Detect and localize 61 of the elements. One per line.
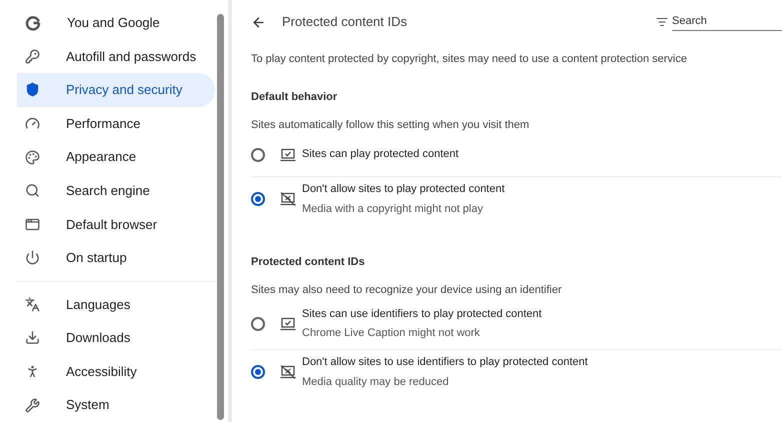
sidebar-label: Privacy and security (66, 81, 182, 100)
page-title: Protected content IDs (282, 13, 408, 32)
section-heading: Default behavior (251, 90, 338, 104)
sidebar-label: Downloads (66, 329, 130, 348)
sidebar-label: Autofill and passwords (66, 48, 196, 66)
sidebar-item[interactable]: You and Google (17, 6, 215, 40)
sidebar-label: Search engine (66, 182, 150, 200)
sidebar-item[interactable]: Autofill and passwords (17, 40, 215, 74)
sidebar-item[interactable]: Default browser (17, 207, 215, 242)
sidebar-item[interactable]: Languages (17, 288, 215, 322)
option-label: Sites can play protected content (302, 147, 459, 162)
sidebar-label: Languages (66, 296, 130, 314)
radio-button[interactable] (251, 148, 265, 162)
sidebar-item[interactable]: Appearance (17, 140, 215, 174)
sidebar-label: System (66, 396, 110, 414)
sidebar-label: Accessibility (66, 362, 137, 381)
option-sublabel: Media quality may be reduced (302, 374, 450, 390)
search-icon (25, 183, 40, 198)
radio-button[interactable] (251, 316, 265, 330)
sidebar-item[interactable]: On startup (17, 241, 215, 275)
laptop-crossed-icon (280, 365, 296, 379)
sidebar-item[interactable]: Search engine (17, 174, 215, 208)
power-icon (25, 250, 40, 266)
sidebar-label: On startup (66, 249, 127, 268)
option-label: Don't allow sites to play protected content (302, 182, 505, 197)
sidebar-label: Appearance (66, 148, 136, 166)
palette-icon (25, 150, 40, 165)
scrollbar[interactable] (217, 14, 224, 420)
shield-icon (25, 82, 40, 98)
laptop-check-icon (280, 148, 296, 162)
option-label: Don't allow sites to use identifiers to play protected content (302, 355, 588, 370)
search-field[interactable]: Search (672, 13, 782, 31)
option-sublabel: Chrome Live Caption might not work (302, 326, 481, 341)
sidebar-item[interactable]: System (17, 388, 215, 422)
option-sublabel: Media with a copyright might not play (302, 202, 484, 216)
option-label: Sites can use identifiers to play protected content (302, 306, 542, 322)
download-icon (25, 330, 40, 346)
laptop-check-icon (280, 316, 296, 330)
section-heading: Protected content IDs (251, 254, 366, 270)
laptop-crossed-icon (280, 192, 296, 206)
filter-icon (656, 16, 668, 28)
translate-icon (25, 296, 40, 312)
description: To play content protected by copyright, sites may need to use a content protection service (251, 52, 688, 67)
sidebar-item[interactable]: Downloads (17, 321, 215, 355)
accessibility-icon (25, 364, 40, 380)
wrench-icon (25, 398, 40, 413)
sidebar-label: Default browser (66, 216, 158, 234)
section-subtitle: Sites automatically follow this setting when you visit them (251, 118, 530, 133)
sidebar-item[interactable]: Performance (17, 106, 215, 140)
back-button[interactable] (251, 14, 266, 30)
sidebar-item[interactable]: Accessibility (17, 354, 215, 388)
sidebar-label: Performance (66, 114, 140, 133)
sidebar-label: You and Google (67, 14, 160, 32)
window-icon (25, 216, 40, 232)
key-icon (25, 48, 40, 64)
sidebar-item[interactable]: Privacy and security (17, 73, 215, 107)
google-logo-icon (25, 14, 41, 31)
section-subtitle: Sites may also need to recognize your device using an identifier (251, 283, 563, 298)
radio-button[interactable] (251, 192, 265, 206)
gauge-icon (25, 116, 40, 132)
radio-button[interactable] (251, 365, 265, 379)
